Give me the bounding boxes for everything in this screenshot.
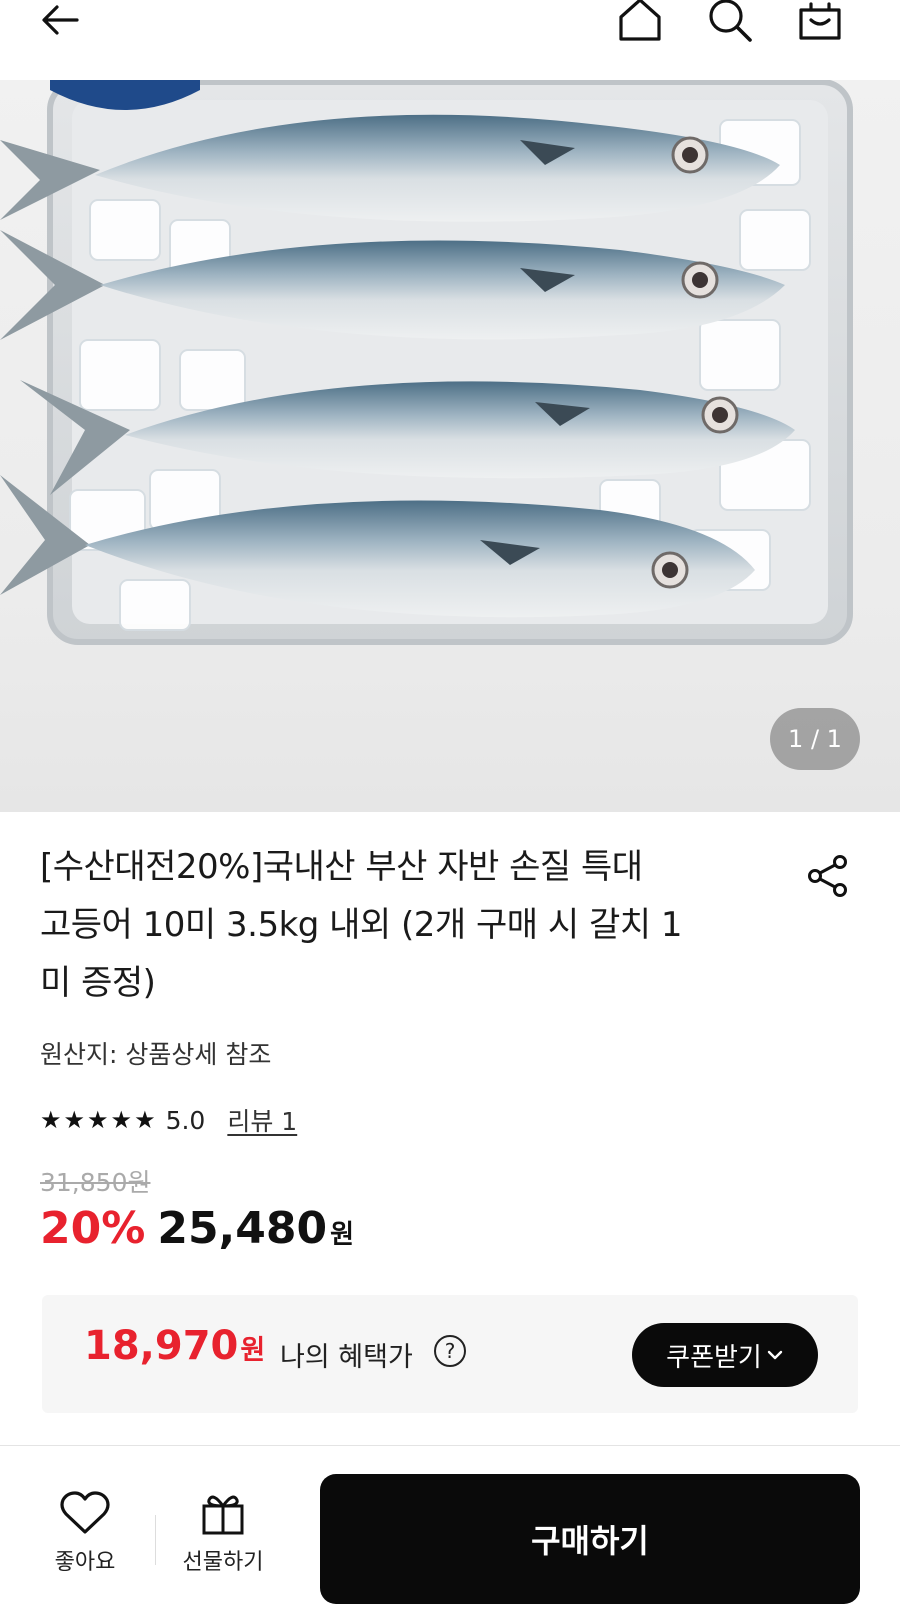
origin-info: 원산지: 상품상세 참조: [40, 1040, 272, 1069]
rating-value: 5.0: [165, 1105, 206, 1135]
product-title-line: [수산대전20%]국내산 부산 자반 손질 특대: [40, 847, 643, 887]
bottom-bar-divider: [0, 1445, 900, 1446]
star-rating: ★ ★ ★ ★ ★: [40, 1108, 156, 1132]
share-button[interactable]: [800, 848, 856, 904]
product-page: 1 / 1 [수산대전20%]국내산 부산 자반 손질 특대 고등어 10미 3…: [0, 0, 900, 1615]
get-coupon-button[interactable]: 쿠폰받기: [632, 1323, 818, 1387]
price-unit: 원: [330, 1220, 355, 1250]
product-image-carousel[interactable]: 1 / 1: [0, 70, 900, 812]
star-icon: ★: [63, 1106, 86, 1134]
home-icon: [619, 0, 661, 41]
home-button[interactable]: [610, 0, 670, 50]
mackerel-product-photo: [0, 70, 853, 645]
like-button[interactable]: 좋아요: [30, 1490, 140, 1576]
help-icon[interactable]: ?: [434, 1335, 466, 1367]
bottom-separator: [155, 1515, 156, 1565]
rating-row: ★ ★ ★ ★ ★ 5.0 리뷰 1: [40, 1100, 297, 1140]
price-row: 20% 25,480 원: [40, 1203, 354, 1254]
benefit-price-unit: 원: [240, 1335, 266, 1366]
benefit-price-value: 18,970: [84, 1323, 239, 1369]
back-arrow-icon: [42, 5, 79, 35]
buy-button[interactable]: 구매하기: [320, 1474, 860, 1604]
shopping-bag-icon: [799, 2, 841, 40]
share-icon: [808, 855, 847, 897]
star-icon: ★: [134, 1106, 156, 1134]
coupon-button-label: 쿠폰받기: [666, 1342, 762, 1373]
original-price: 31,850원: [40, 1168, 151, 1197]
review-link[interactable]: 리뷰 1: [227, 1102, 297, 1138]
gift-button[interactable]: 선물하기: [168, 1490, 278, 1576]
star-icon: ★: [110, 1106, 133, 1134]
product-title: [수산대전20%]국내산 부산 자반 손질 특대 고등어 10미 3.5kg 내…: [40, 838, 770, 1012]
benefit-price: 18,970 원: [84, 1323, 265, 1369]
top-navigation-bar: [0, 0, 900, 80]
benefit-price-box: 18,970 원 나의 혜택가 ? 쿠폰받기: [42, 1295, 858, 1413]
search-icon: [709, 0, 752, 42]
heart-icon: [60, 1491, 110, 1534]
cart-button[interactable]: [790, 0, 850, 50]
gift-label: 선물하기: [182, 1550, 264, 1575]
product-title-line: 고등어 10미 3.5kg 내외 (2개 구매 시 갈치 1: [40, 905, 682, 945]
search-button[interactable]: [700, 0, 760, 50]
image-pager-indicator: 1 / 1: [770, 708, 860, 770]
product-title-line: 미 증정): [40, 963, 156, 1003]
sale-price: 25,480: [157, 1203, 328, 1254]
like-label: 좋아요: [54, 1550, 116, 1575]
discount-rate: 20%: [40, 1203, 146, 1254]
star-icon: ★: [87, 1106, 109, 1134]
chevron-down-icon: [767, 1350, 783, 1360]
back-button[interactable]: [30, 0, 90, 48]
benefit-label: 나의 혜택가: [280, 1342, 413, 1373]
gift-icon: [202, 1495, 244, 1535]
star-icon: ★: [40, 1106, 62, 1134]
